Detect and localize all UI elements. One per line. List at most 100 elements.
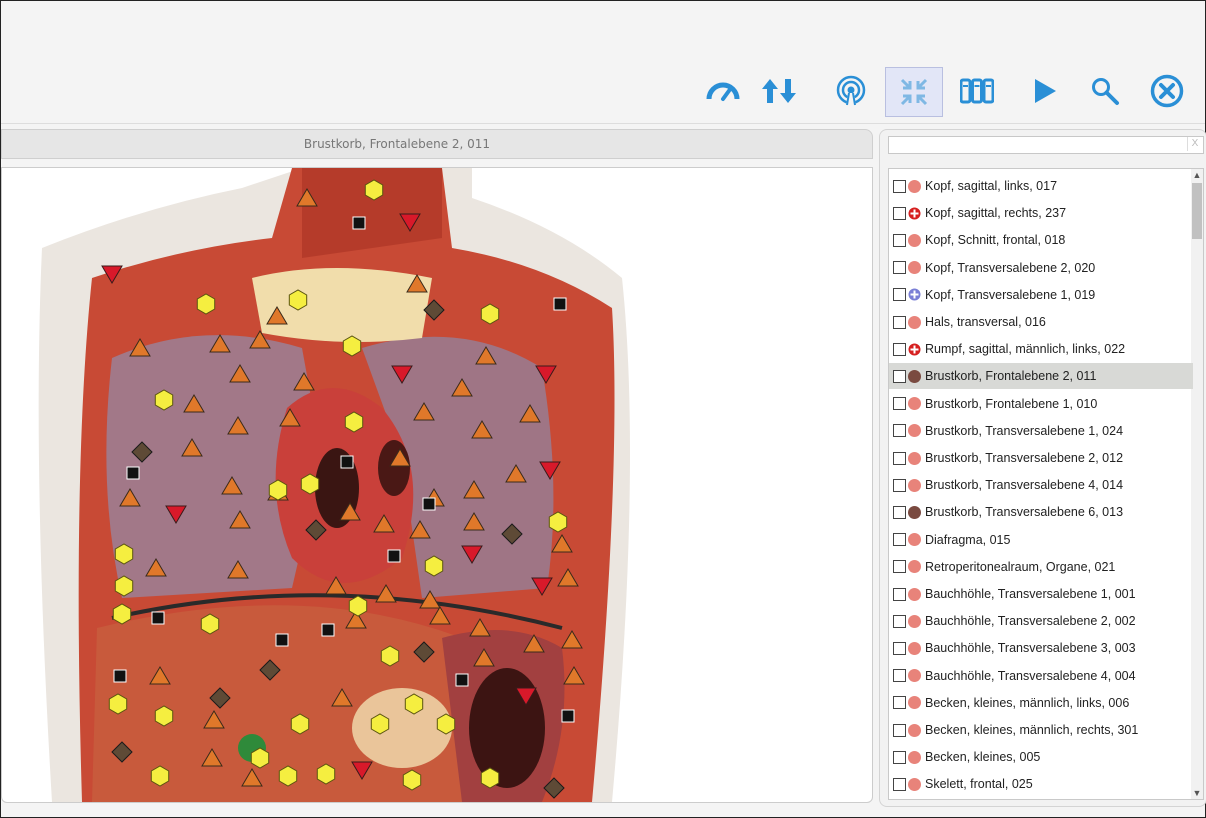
item-checkbox[interactable] [893,233,906,247]
item-checkbox[interactable] [893,369,906,383]
hexagon-marker[interactable] [344,411,364,433]
list-item[interactable]: Brustkorb, Transversalebene 2, 012 [889,445,1193,471]
sort-button[interactable] [759,69,799,113]
list-item[interactable]: Skelett, frontal, 025 [889,771,1193,797]
list-item[interactable]: Brustkorb, Frontalebene 2, 011 [889,363,1193,390]
item-checkbox[interactable] [893,288,906,302]
item-checkbox[interactable] [893,261,906,275]
item-checkbox[interactable] [893,533,906,547]
list-item[interactable]: Brustkorb, Transversalebene 6, 013 [889,499,1193,525]
square-marker[interactable] [561,709,575,723]
hexagon-marker[interactable] [108,693,128,715]
item-checkbox[interactable] [893,397,906,411]
hexagon-marker[interactable] [436,713,456,735]
list-item[interactable]: Brustkorb, Frontalebene 1, 010 [889,391,1193,417]
anatomy-image[interactable] [2,168,872,802]
anatomy-image-canvas[interactable] [1,167,873,803]
search-clear-button[interactable]: X [1187,137,1202,151]
item-checkbox[interactable] [893,315,906,329]
columns-button[interactable] [957,69,997,113]
scrollbar-thumb[interactable] [1192,183,1202,239]
square-marker[interactable] [387,549,401,563]
item-checkbox[interactable] [893,179,906,193]
list-item[interactable]: Kopf, sagittal, links, 017 [889,173,1193,199]
item-checkbox[interactable] [893,750,906,764]
list-item[interactable]: Bauchhöhle, Transversalebene 3, 003 [889,635,1193,661]
item-checkbox[interactable] [893,424,906,438]
square-marker[interactable] [113,669,127,683]
hexagon-marker[interactable] [342,335,362,357]
item-checkbox[interactable] [893,641,906,655]
item-checkbox[interactable] [893,451,906,465]
hexagon-marker[interactable] [114,543,134,565]
item-checkbox[interactable] [893,560,906,574]
item-checkbox[interactable] [893,478,906,492]
square-marker[interactable] [275,633,289,647]
square-marker[interactable] [422,497,436,511]
list-item[interactable]: Rumpf, sagittal, männlich, links, 022 [889,336,1193,362]
square-marker[interactable] [126,466,140,480]
list-item[interactable]: Becken, kleines, männlich, rechts, 301 [889,717,1193,743]
list-item[interactable]: Becken, kleines, männlich, links, 006 [889,690,1193,716]
item-checkbox[interactable] [893,723,906,737]
square-marker[interactable] [151,611,165,625]
item-checkbox[interactable] [893,587,906,601]
hexagon-marker[interactable] [480,303,500,325]
list-item[interactable]: Bauchhöhle, Transversalebene 1, 001 [889,581,1193,607]
hexagon-marker[interactable] [370,713,390,735]
hexagon-marker[interactable] [196,293,216,315]
list-item[interactable]: Hals, transversal, 016 [889,309,1193,335]
list-item[interactable]: Bauchhöhle, Transversalebene 4, 004 [889,663,1193,689]
square-marker[interactable] [455,673,469,687]
list-item[interactable]: Retroperitonealraum, Organe, 021 [889,554,1193,580]
item-list[interactable]: ▲ ▼ Kopf, sagittal, links, 017 Kopf, sagi… [888,168,1204,800]
hexagon-marker[interactable] [278,765,298,787]
broadcast-button[interactable] [831,69,871,113]
speedometer-button[interactable] [703,69,743,113]
list-item[interactable]: Becken, kleines, 005 [889,744,1193,770]
hexagon-marker[interactable] [290,713,310,735]
hexagon-marker[interactable] [114,575,134,597]
list-item[interactable]: Brustkorb, Transversalebene 4, 014 [889,472,1193,498]
list-item[interactable]: Kopf, Transversalebene 2, 020 [889,255,1193,281]
list-item[interactable]: Bauchhöhle, Transversalebene 2, 002 [889,608,1193,634]
square-marker[interactable] [553,297,567,311]
hexagon-marker[interactable] [300,473,320,495]
list-item[interactable]: Kopf, sagittal, rechts, 237 [889,200,1193,226]
item-checkbox[interactable] [893,777,906,791]
item-checkbox[interactable] [893,614,906,628]
hexagon-marker[interactable] [316,763,336,785]
hexagon-marker[interactable] [380,645,400,667]
list-item[interactable]: Kopf, Schnitt, frontal, 018 [889,227,1193,253]
search-input[interactable] [888,136,1204,154]
hexagon-marker[interactable] [424,555,444,577]
hexagon-marker[interactable] [404,693,424,715]
play-button[interactable] [1025,69,1065,113]
hexagon-marker[interactable] [200,613,220,635]
hexagon-marker[interactable] [288,289,308,311]
item-checkbox[interactable] [893,206,906,220]
list-item[interactable]: Kopf, Transversalebene 1, 019 [889,282,1193,308]
square-marker[interactable] [352,216,366,230]
item-checkbox[interactable] [893,342,906,356]
item-checkbox[interactable] [893,696,906,710]
hexagon-marker[interactable] [402,769,422,791]
hexagon-marker[interactable] [364,179,384,201]
hexagon-marker[interactable] [268,479,288,501]
list-item[interactable]: Brustkorb, Transversalebene 1, 024 [889,418,1193,444]
close-button[interactable] [1147,69,1187,113]
hexagon-marker[interactable] [150,765,170,787]
search-button[interactable] [1085,69,1125,113]
item-checkbox[interactable] [893,505,906,519]
list-item[interactable]: Diafragma, 015 [889,527,1193,553]
hexagon-marker[interactable] [112,603,132,625]
hexagon-marker[interactable] [154,389,174,411]
hexagon-marker[interactable] [480,767,500,789]
square-marker[interactable] [321,623,335,637]
hexagon-marker[interactable] [548,511,568,533]
item-checkbox[interactable] [893,669,906,683]
hexagon-marker[interactable] [154,705,174,727]
collapse-button[interactable] [885,67,943,117]
hexagon-marker[interactable] [250,747,270,769]
hexagon-marker[interactable] [348,595,368,617]
